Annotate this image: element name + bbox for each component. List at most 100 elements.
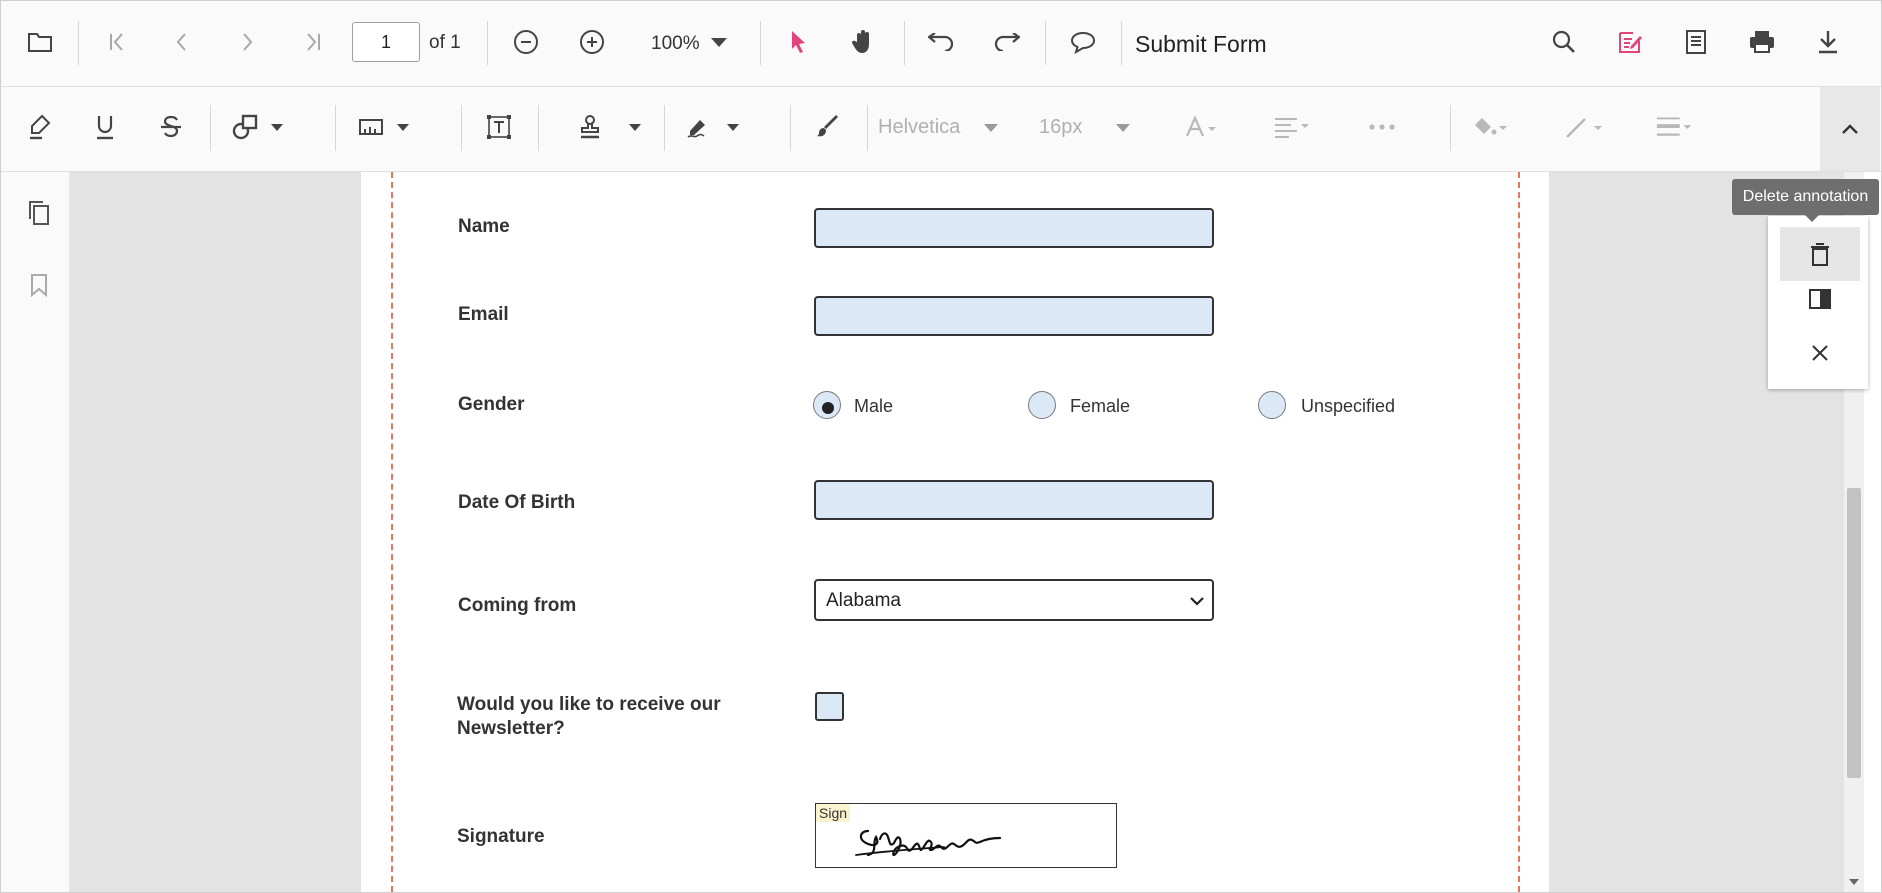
signature-ink [855, 829, 1002, 857]
font-color-icon[interactable] [1183, 108, 1221, 146]
newsletter-label-line2: Newsletter? [457, 718, 565, 739]
bookmark-icon[interactable] [20, 266, 58, 304]
highlight-icon[interactable] [21, 108, 59, 146]
separator [1121, 21, 1122, 65]
gender-radio-unspecified[interactable] [1258, 391, 1286, 419]
radio-selected-dot [822, 402, 834, 414]
previous-page-icon[interactable] [163, 23, 201, 61]
collapse-toolbar-button[interactable] [1820, 87, 1880, 171]
line-thickness-icon[interactable] [1655, 108, 1693, 146]
page-number-input[interactable] [352, 22, 420, 62]
properties-panel-icon[interactable] [1801, 280, 1839, 318]
first-page-icon[interactable] [98, 23, 136, 61]
signature-pen-icon[interactable] [681, 108, 719, 146]
gender-label: Gender [458, 394, 525, 415]
chevron-down-icon [1188, 593, 1206, 609]
comment-icon[interactable] [1064, 23, 1102, 61]
separator [904, 21, 905, 65]
close-icon[interactable] [1801, 334, 1839, 372]
coming-from-select[interactable]: Alabama [814, 579, 1214, 621]
separator [1450, 105, 1451, 151]
zoom-dropdown-icon[interactable] [707, 31, 731, 55]
separator [760, 21, 761, 65]
text-align-icon[interactable] [1273, 108, 1311, 146]
signature-tag: Sign [816, 804, 851, 822]
separator [461, 105, 462, 151]
newsletter-label-line1: Would you like to receive our [457, 694, 721, 715]
select-cursor-icon[interactable] [779, 23, 817, 61]
annotation-edit-icon[interactable] [1611, 23, 1649, 61]
name-field[interactable] [814, 208, 1214, 248]
gender-radio-female[interactable] [1028, 391, 1056, 419]
newsletter-checkbox[interactable] [815, 692, 844, 721]
separator [664, 105, 665, 151]
separator [487, 21, 488, 65]
separator [78, 21, 79, 65]
zoom-in-icon[interactable] [573, 23, 611, 61]
pdf-viewer: of 1 100% Submit Form [0, 0, 1882, 893]
name-label: Name [458, 216, 510, 237]
gender-option-male: Male [854, 396, 894, 416]
redo-icon[interactable] [988, 23, 1026, 61]
free-text-icon[interactable] [480, 108, 518, 146]
separator [210, 105, 211, 151]
submit-form-button[interactable]: Submit Form [1135, 31, 1267, 58]
pdf-page [361, 172, 1549, 892]
separator [335, 105, 336, 151]
pan-hand-icon[interactable] [844, 23, 882, 61]
dob-field[interactable] [814, 480, 1214, 520]
email-label: Email [458, 304, 509, 325]
strikethrough-icon[interactable] [152, 108, 190, 146]
shape-dropdown-icon[interactable] [267, 120, 287, 134]
fill-color-icon[interactable] [1471, 108, 1509, 146]
more-options-icon[interactable] [1363, 108, 1401, 146]
page-margin-left [391, 172, 393, 892]
separator [538, 105, 539, 151]
folder-icon[interactable] [21, 23, 59, 61]
shape-icon[interactable] [227, 108, 265, 146]
delete-annotation-button[interactable] [1780, 227, 1860, 281]
next-page-icon[interactable] [228, 23, 266, 61]
signature-dropdown-icon[interactable] [723, 120, 743, 134]
underline-icon[interactable] [86, 108, 124, 146]
chevron-up-icon [1831, 110, 1869, 148]
ink-brush-icon[interactable] [809, 108, 847, 146]
search-icon[interactable] [1545, 23, 1583, 61]
annotation-toolbar: Helvetica 16px [1, 87, 1881, 172]
download-icon[interactable] [1809, 23, 1847, 61]
signature-label: Signature [457, 826, 545, 847]
separator [790, 105, 791, 151]
page-margin-right [1518, 172, 1520, 892]
trash-icon [1801, 235, 1839, 273]
font-family-select[interactable]: Helvetica [878, 116, 960, 139]
page-thumbnails-icon[interactable] [20, 194, 58, 232]
stroke-color-icon[interactable] [1565, 108, 1603, 146]
gender-radio-male[interactable] [813, 391, 841, 419]
stamp-dropdown-icon[interactable] [625, 120, 645, 134]
separator [867, 105, 868, 151]
measure-dropdown-icon[interactable] [393, 120, 413, 134]
email-field[interactable] [814, 296, 1214, 336]
zoom-level[interactable]: 100% [651, 33, 700, 55]
last-page-icon[interactable] [294, 23, 332, 61]
dob-label: Date Of Birth [458, 492, 576, 513]
separator [1045, 21, 1046, 65]
gender-option-unspecified: Unspecified [1301, 396, 1396, 416]
measure-icon[interactable] [352, 108, 390, 146]
coming-from-label: Coming from [458, 595, 577, 616]
print-icon[interactable] [1743, 23, 1781, 61]
signature-field[interactable]: Sign [815, 803, 1117, 868]
zoom-out-icon[interactable] [507, 23, 545, 61]
undo-icon[interactable] [922, 23, 960, 61]
gender-option-female: Female [1070, 396, 1131, 416]
stamp-icon[interactable] [571, 108, 609, 146]
scrollbar-thumb[interactable] [1847, 488, 1861, 778]
main-toolbar: of 1 100% Submit Form [1, 1, 1881, 87]
font-size-select[interactable]: 16px [1039, 116, 1082, 139]
left-navigation-pane [1, 172, 70, 892]
page-count: of 1 [429, 32, 461, 53]
scroll-down-arrow-icon[interactable] [1846, 875, 1862, 889]
font-family-dropdown-icon[interactable] [981, 121, 1001, 135]
font-size-dropdown-icon[interactable] [1113, 121, 1133, 135]
form-designer-icon[interactable] [1677, 23, 1715, 61]
